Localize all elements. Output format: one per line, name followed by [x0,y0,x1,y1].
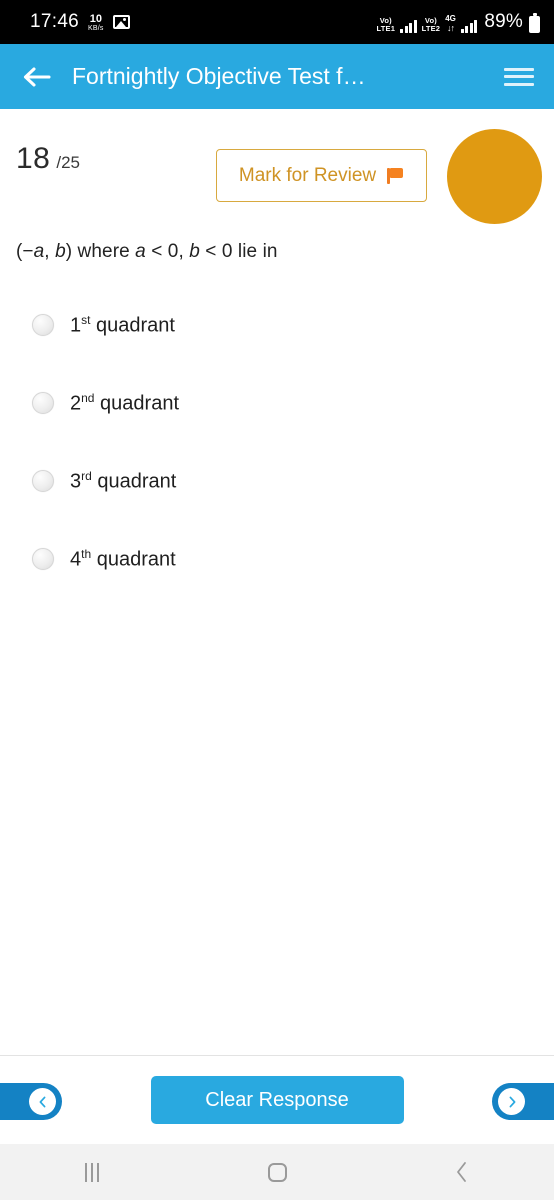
status-bar-right: Vo) LTE1 Vo) LTE2 4G ↓↑ 89% [377,11,540,33]
option-ordinal-1: 1 [70,314,82,337]
question-var-b2: b [189,241,200,262]
question-current-number: 18 [16,142,51,175]
sim2-signal-bars-icon [460,19,478,33]
question-counter: 18 /25 [16,142,80,176]
option-row-1[interactable]: 1st quadrant [32,310,538,340]
home-icon[interactable] [185,1144,370,1200]
option-text-3: quadrant [97,470,177,493]
sim2-volte-icon: Vo) LTE2 [422,17,441,33]
previous-question-button[interactable] [0,1083,62,1120]
question-part-mid3: < 0, [145,241,190,262]
mark-for-review-label: Mark for Review [238,164,377,186]
radio-button-1[interactable] [32,314,54,336]
option-superscript-3: rd [81,468,92,483]
next-question-button[interactable] [492,1083,554,1120]
data-rate-value: 10 [89,13,102,25]
question-part-prefix: (− [16,241,34,262]
clear-response-button[interactable]: Clear Response [150,1076,404,1124]
option-label-1: 1st quadrant [70,313,175,338]
flag-icon [387,167,404,185]
photo-icon [112,15,130,29]
sim2-network-label: LTE2 [421,24,441,34]
question-part-mid2: ) where [65,241,136,262]
question-total-count: /25 [56,153,81,172]
hamburger-menu-icon[interactable] [504,65,534,89]
question-var-a2: a [135,241,146,262]
question-part-suffix: < 0 lie in [199,241,278,262]
app-header: Fortnightly Objective Test f… [0,44,554,109]
page-title: Fortnightly Objective Test f… [72,63,366,89]
option-label-4: 4th quadrant [70,547,176,572]
question-part-mid1: , [44,241,56,262]
option-label-3: 3rd quadrant [70,469,176,494]
mark-for-review-button[interactable]: Mark for Review [216,149,427,202]
option-row-3[interactable]: 3rd quadrant [32,466,538,496]
question-var-b: b [55,241,66,262]
option-ordinal-2: 2 [70,392,82,415]
sim1-signal-bars-icon [400,19,417,33]
status-bar-left: 17:46 10 KB/s [30,11,130,33]
option-text-4: quadrant [96,548,176,571]
option-text-1: quadrant [96,314,175,337]
android-navigation-bar [0,1144,554,1200]
data-transfer-arrows-icon: ↓↑ [447,22,455,33]
sim1-network-label: LTE1 [376,24,396,34]
question-var-a: a [33,241,45,262]
network-type-icon: 4G ↓↑ [445,14,456,33]
recents-icon[interactable] [0,1144,185,1200]
option-ordinal-4: 4 [70,548,82,571]
chevron-left-icon [29,1088,56,1115]
battery-percentage: 89% [484,11,523,32]
question-body: (−a, b) where a < 0, b < 0 lie in 1st qu… [0,209,554,1055]
battery-icon [529,13,540,33]
option-superscript-4: th [81,546,92,561]
data-rate-unit: KB/s [88,25,104,32]
option-superscript-2: nd [81,390,95,405]
option-ordinal-3: 3 [70,470,82,493]
question-text: (−a, b) where a < 0, b < 0 lie in [16,241,538,263]
system-status-bar: 17:46 10 KB/s Vo) LTE1 Vo) LTE2 4G ↓↑ 89… [0,0,554,44]
action-bar: Clear Response [0,1056,554,1144]
option-row-2[interactable]: 2nd quadrant [32,388,538,418]
chevron-right-icon [498,1088,525,1115]
back-arrow-icon[interactable] [16,56,58,98]
sim1-volte-icon: Vo) LTE1 [377,17,396,33]
option-label-2: 2nd quadrant [70,391,179,416]
radio-button-4[interactable] [32,548,54,570]
radio-button-3[interactable] [32,470,54,492]
back-icon[interactable] [369,1144,554,1200]
status-time: 17:46 [30,11,80,32]
option-row-4[interactable]: 4th quadrant [32,544,538,574]
option-superscript-1: st [81,312,91,327]
app-screen: 17:46 10 KB/s Vo) LTE1 Vo) LTE2 4G ↓↑ 89… [0,0,554,1200]
radio-button-2[interactable] [32,392,54,414]
option-text-2: quadrant [100,392,180,415]
answer-options-list: 1st quadrant 2nd quadrant 3rd quadrant 4… [16,310,538,574]
data-rate-indicator: 10 KB/s [88,13,104,33]
